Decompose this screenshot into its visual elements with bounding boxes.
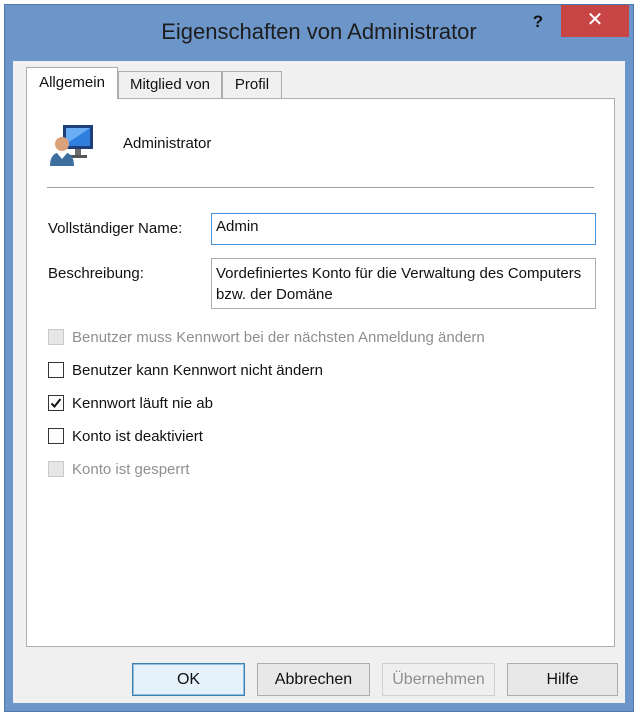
divider (47, 187, 594, 188)
apply-button: Übernehmen (382, 663, 495, 696)
close-button[interactable]: ✕ (561, 5, 629, 37)
dialog-client-area: Allgemein Mitglied von Profil Administra… (13, 61, 625, 703)
full-name-field[interactable]: Admin (211, 213, 596, 245)
tab-mitglied-von[interactable]: Mitglied von (118, 71, 222, 98)
checkbox-box (48, 329, 64, 345)
description-field[interactable]: Vordefiniertes Konto für die Verwaltung … (211, 258, 596, 309)
checkbox-label: Konto ist deaktiviert (72, 427, 203, 445)
full-name-label: Vollständiger Name: (48, 220, 183, 237)
checkbox-label: Benutzer kann Kennwort nicht ändern (72, 361, 323, 379)
ok-button[interactable]: OK (132, 663, 245, 696)
account-locked-checkbox: Konto ist gesperrt (48, 458, 190, 480)
tab-allgemein[interactable]: Allgemein (26, 67, 118, 99)
tab-profil[interactable]: Profil (222, 71, 282, 98)
checkbox-label: Benutzer muss Kennwort bei der nächsten … (72, 328, 485, 346)
checkbox-box[interactable] (48, 428, 64, 444)
help-title-button[interactable]: ? (523, 9, 553, 35)
cannot-change-password-checkbox[interactable]: Benutzer kann Kennwort nicht ändern (48, 359, 323, 381)
password-never-expires-checkbox[interactable]: Kennwort läuft nie ab (48, 392, 213, 414)
dialog-window: Eigenschaften von Administrator ? ✕ Allg… (4, 4, 634, 712)
account-disabled-checkbox[interactable]: Konto ist deaktiviert (48, 425, 203, 447)
title-bar[interactable]: Eigenschaften von Administrator ? ✕ (5, 5, 633, 61)
checkmark-icon (50, 398, 62, 408)
checkbox-box[interactable] (48, 362, 64, 378)
checkbox-box[interactable] (48, 395, 64, 411)
user-name: Administrator (123, 135, 212, 152)
must-change-password-checkbox: Benutzer muss Kennwort bei der nächsten … (48, 326, 485, 348)
checkbox-label: Kennwort läuft nie ab (72, 394, 213, 412)
tab-panel-general: Administrator Vollständiger Name: Admin … (26, 98, 615, 647)
checkbox-label: Konto ist gesperrt (72, 460, 190, 478)
cancel-button[interactable]: Abbrechen (257, 663, 370, 696)
checkbox-box (48, 461, 64, 477)
help-button[interactable]: Hilfe (507, 663, 618, 696)
description-label: Beschreibung: (48, 265, 144, 282)
user-account-icon (50, 125, 93, 166)
